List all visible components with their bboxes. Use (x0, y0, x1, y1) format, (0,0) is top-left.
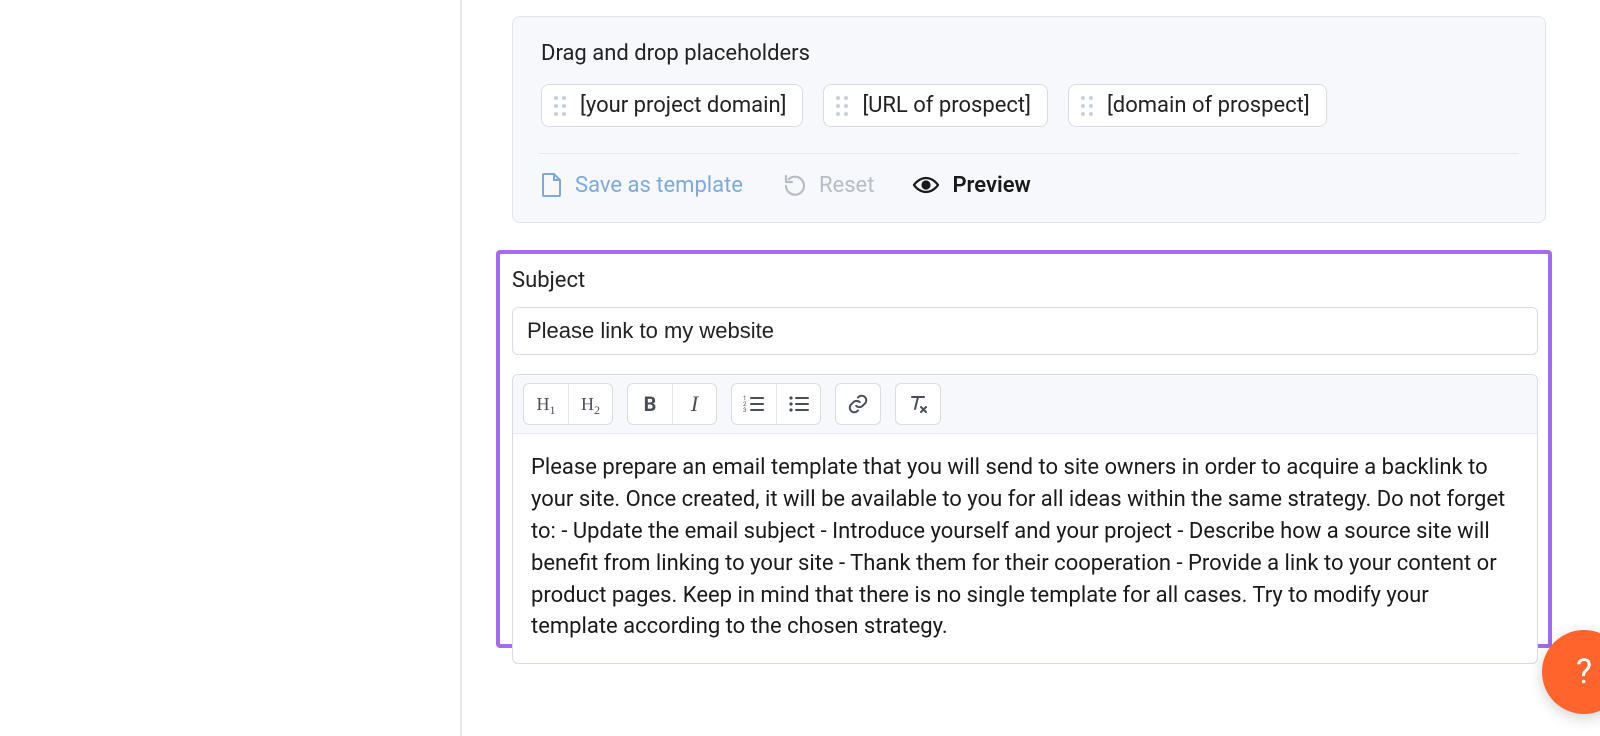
bold-icon: B (644, 392, 657, 416)
subject-input[interactable] (512, 307, 1538, 355)
email-body-editor: H1 H2 B I 1 (512, 374, 1538, 664)
unordered-list-icon (788, 395, 810, 413)
placeholder-chip-label: [URL of prospect] (862, 93, 1030, 118)
file-icon (541, 172, 563, 198)
panel-divider (539, 153, 1519, 154)
help-fab-button[interactable]: ? (1542, 630, 1600, 714)
subject-label: Subject (512, 268, 1538, 293)
h1-button[interactable]: H1 (524, 384, 568, 424)
toolbar-group-headings: H1 H2 (523, 383, 613, 425)
save-template-label: Save as template (575, 173, 743, 198)
eye-icon (912, 175, 940, 195)
ordered-list-button[interactable]: 1 2 3 (732, 384, 776, 424)
save-template-button[interactable]: Save as template (541, 172, 743, 198)
placeholders-panel: Drag and drop placeholders [your project… (512, 16, 1546, 223)
link-icon (847, 393, 869, 415)
placeholder-chip-row: [your project domain] [URL of prospect] … (541, 84, 1517, 127)
toolbar-group-link (835, 383, 881, 425)
svg-text:3: 3 (743, 407, 746, 413)
reset-label: Reset (819, 173, 874, 198)
italic-icon: I (691, 391, 698, 417)
clear-formatting-icon (907, 394, 929, 414)
h2-icon: H2 (581, 394, 600, 415)
toolbar-group-clear (895, 383, 941, 425)
subject-section: Subject (512, 268, 1538, 355)
ordered-list-icon: 1 2 3 (743, 395, 765, 413)
email-body-textarea[interactable]: Please prepare an email template that yo… (513, 434, 1537, 663)
vertical-divider (460, 0, 462, 736)
unordered-list-button[interactable] (776, 384, 820, 424)
h2-button[interactable]: H2 (568, 384, 612, 424)
placeholder-chip[interactable]: [your project domain] (541, 84, 803, 127)
toolbar-group-text: B I (627, 383, 717, 425)
bold-button[interactable]: B (628, 384, 672, 424)
link-button[interactable] (836, 384, 880, 424)
drag-grip-icon (552, 96, 568, 116)
italic-button[interactable]: I (672, 384, 716, 424)
drag-grip-icon (1079, 96, 1095, 116)
clear-formatting-button[interactable] (896, 384, 940, 424)
undo-icon (781, 173, 807, 197)
h1-icon: H1 (537, 394, 556, 415)
page-root: Drag and drop placeholders [your project… (0, 0, 1600, 736)
reset-button[interactable]: Reset (781, 173, 874, 198)
placeholder-chip-label: [domain of prospect] (1107, 93, 1310, 118)
help-icon: ? (1576, 652, 1592, 692)
preview-label: Preview (952, 173, 1030, 198)
toolbar-group-lists: 1 2 3 (731, 383, 821, 425)
placeholder-chip[interactable]: [URL of prospect] (823, 84, 1047, 127)
drag-grip-icon (834, 96, 850, 116)
editor-toolbar: H1 H2 B I 1 (513, 375, 1537, 434)
placeholder-chip[interactable]: [domain of prospect] (1068, 84, 1327, 127)
panel-actions: Save as template Reset (541, 172, 1517, 198)
preview-button[interactable]: Preview (912, 173, 1030, 198)
placeholders-title: Drag and drop placeholders (541, 41, 1517, 66)
placeholder-chip-label: [your project domain] (580, 93, 786, 118)
